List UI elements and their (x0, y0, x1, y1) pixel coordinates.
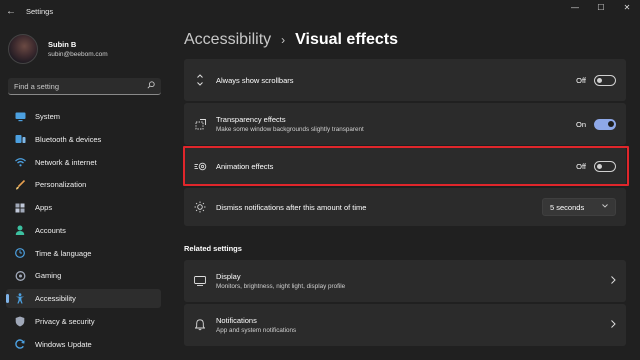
related-settings-heading: Related settings (184, 244, 242, 253)
setting-transparency-effects: Transparency effects Make some window ba… (184, 103, 626, 145)
avatar (8, 34, 38, 64)
dropdown-value: 5 seconds (550, 202, 585, 212)
toggle-state-label: Off (576, 75, 586, 85)
display-icon (184, 276, 216, 286)
minimize-icon: — (571, 2, 579, 12)
sidebar-item-label: Network & internet (35, 157, 97, 167)
related-item-title: Display (216, 272, 241, 281)
search-input[interactable] (14, 81, 147, 91)
sidebar-item-label: Gaming (35, 271, 62, 281)
shield-icon (14, 315, 26, 327)
sidebar-item-label: Accessibility (35, 294, 76, 303)
bell-icon (184, 319, 216, 331)
sidebar-item-label: System (35, 112, 61, 121)
close-button[interactable]: ✕ (614, 0, 640, 14)
related-item-notifications[interactable]: Notifications App and system notificatio… (184, 304, 626, 346)
maximize-button[interactable]: ☐ (588, 0, 614, 14)
setting-title: Transparency effects (216, 115, 286, 124)
sidebar-item-label: Windows Update (35, 339, 92, 349)
sidebar: Subin B subin@beebom.com System Bluetoot… (0, 22, 176, 360)
search-box[interactable] (8, 78, 161, 95)
related-item-display[interactable]: Display Monitors, brightness, night ligh… (184, 260, 626, 302)
window-controls: — ☐ ✕ (562, 0, 640, 14)
user-name: Subin B (48, 40, 77, 49)
setting-notification-timeout: Dismiss notifications after this amount … (184, 188, 626, 226)
gamepad-icon (14, 270, 26, 282)
breadcrumb-parent[interactable]: Accessibility (184, 31, 271, 49)
sidebar-item-privacy-security[interactable]: Privacy & security (6, 312, 161, 331)
chevron-right-icon (611, 319, 616, 331)
setting-title: Dismiss notifications after this amount … (216, 202, 367, 212)
related-item-title: Notifications (216, 316, 257, 325)
monitor-icon (14, 111, 26, 123)
sidebar-item-system[interactable]: System (6, 107, 161, 126)
sidebar-item-apps[interactable]: Apps (6, 198, 161, 217)
sidebar-item-time-language[interactable]: Time & language (6, 244, 161, 263)
highlight-frame (183, 146, 629, 186)
setting-description: Make some window backgrounds slightly tr… (216, 126, 364, 133)
sidebar-item-bluetooth[interactable]: Bluetooth & devices (6, 130, 161, 149)
sidebar-item-personalization[interactable]: Personalization (6, 175, 161, 194)
update-icon (14, 338, 26, 350)
search-icon[interactable] (147, 81, 155, 91)
setting-title: Always show scrollbars (216, 75, 294, 85)
sidebar-item-label: Accounts (35, 225, 66, 235)
related-item-description: Monitors, brightness, night light, displ… (216, 283, 346, 290)
chevron-right-icon (611, 275, 616, 287)
close-icon: ✕ (623, 2, 631, 12)
notification-timeout-dropdown[interactable]: 5 seconds (542, 198, 616, 216)
sidebar-item-label: Privacy & security (35, 316, 95, 326)
maximize-icon: ☐ (597, 2, 605, 12)
sidebar-item-label: Time & language (35, 248, 92, 258)
brush-icon (14, 179, 26, 191)
wifi-icon (14, 156, 26, 168)
sidebar-item-windows-update[interactable]: Windows Update (6, 335, 161, 354)
sidebar-item-accessibility[interactable]: Accessibility (6, 289, 161, 308)
sidebar-item-gaming[interactable]: Gaming (6, 266, 161, 285)
page-title: Visual effects (295, 31, 399, 48)
scrollbar-icon (184, 74, 216, 86)
chevron-down-icon (602, 204, 608, 210)
setting-always-show-scrollbars: Always show scrollbars Off (184, 59, 626, 101)
user-email: subin@beebom.com (48, 51, 108, 58)
back-arrow-icon: ← (6, 5, 16, 17)
sidebar-nav: System Bluetooth & devices Network & int… (6, 107, 161, 357)
globe-clock-icon (14, 247, 26, 259)
sidebar-item-accounts[interactable]: Accounts (6, 221, 161, 240)
apps-icon (14, 202, 26, 214)
sidebar-item-label: Apps (35, 203, 53, 212)
sun-icon (184, 201, 216, 213)
breadcrumb-separator: › (281, 33, 286, 47)
scrollbars-toggle[interactable] (594, 74, 616, 86)
transparency-icon (184, 118, 216, 130)
sidebar-item-label: Personalization (35, 180, 87, 190)
sidebar-item-label: Bluetooth & devices (35, 134, 102, 144)
breadcrumb: Accessibility › Visual effects (184, 31, 398, 49)
sidebar-item-network[interactable]: Network & internet (6, 153, 161, 172)
app-title: Settings (26, 6, 54, 16)
toggle-state-label: On (575, 119, 586, 129)
bluetooth-icon (14, 133, 26, 145)
related-item-description: App and system notifications (216, 327, 297, 334)
user-profile[interactable]: Subin B subin@beebom.com (8, 34, 108, 64)
title-bar: ← Settings — ☐ ✕ (0, 0, 640, 22)
minimize-button[interactable]: — (562, 0, 588, 14)
person-icon (14, 224, 26, 236)
transparency-toggle[interactable] (594, 118, 616, 130)
back-button[interactable]: ← (0, 0, 22, 22)
accessibility-icon (14, 293, 26, 305)
